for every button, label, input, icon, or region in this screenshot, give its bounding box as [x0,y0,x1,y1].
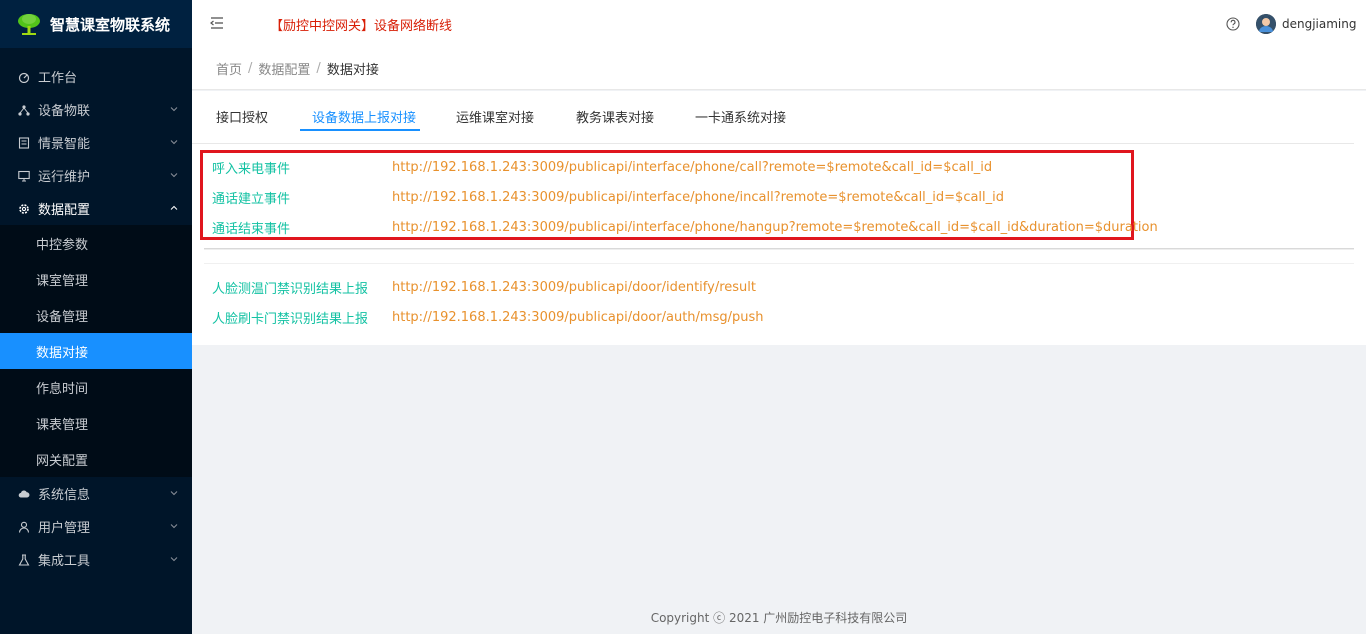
event-name: 呼入来电事件 [212,161,291,177]
gear-icon [18,203,30,215]
chevron-down-icon [170,107,178,112]
breadcrumb: 首页 / 数据配置 / 数据对接 [192,48,1366,90]
chevron-up-icon [170,205,178,210]
main-content: 接口授权 设备数据上报对接 运维课室对接 教务课表对接 一卡通系统对接 呼入来电… [192,91,1366,345]
dashboard-icon [18,71,30,83]
event-name: 人脸测温门禁识别结果上报 [212,281,369,297]
chevron-down-icon [170,173,178,178]
help-icon[interactable] [1226,17,1240,31]
tab-card-system[interactable]: 一卡通系统对接 [695,107,786,126]
sidebar-sub-item[interactable]: 中控参数 [0,225,192,261]
sidebar-item-users[interactable]: 用户管理 [0,510,192,543]
chevron-down-icon [170,524,178,529]
sidebar-item-label: 系统信息 [38,488,91,503]
tab-schedule[interactable]: 教务课表对接 [576,107,654,126]
sidebar-sub-item[interactable]: 课室管理 [0,261,192,297]
chevron-down-icon [170,557,178,562]
sidebar-sub-item[interactable]: 课表管理 [0,405,192,441]
breadcrumb-home[interactable]: 首页 [216,59,242,78]
event-url[interactable]: http://192.168.1.243:3009/publicapi/inte… [392,160,992,175]
logo[interactable]: 智慧课室物联系统 [0,0,192,48]
sidebar-item-maintenance[interactable]: 运行维护 [0,159,192,192]
event-url[interactable]: http://192.168.1.243:3009/publicapi/door… [392,310,763,325]
top-header: 【励控中控网关】设备网络断线 dengjiaming [192,0,1366,49]
divider [204,263,1354,264]
username: dengjiaming [1282,17,1357,31]
flask-icon [18,553,30,566]
sidebar-item-scenes[interactable]: 情景智能 [0,126,192,159]
list-item: 人脸测温门禁识别结果上报 http://192.168.1.243:3009/p… [212,276,756,298]
event-url[interactable]: http://192.168.1.243:3009/publicapi/inte… [392,190,1004,205]
sidebar-item-dashboard[interactable]: 工作台 [0,60,192,93]
event-name: 通话建立事件 [212,191,291,207]
app-title: 智慧课室物联系统 [50,15,171,34]
user-menu[interactable]: dengjiaming [1256,14,1357,34]
breadcrumb-level1[interactable]: 数据配置 [258,59,310,78]
avatar [1256,14,1276,34]
event-name: 通话结束事件 [212,221,291,237]
sidebar-item-integration[interactable]: 集成工具 [0,543,192,576]
cloud-icon [18,488,30,500]
tabs-bar: 接口授权 设备数据上报对接 运维课室对接 教务课表对接 一卡通系统对接 [192,91,1354,144]
sidebar-item-label: 数据配置 [38,203,91,218]
sidebar-item-label: 设备物联 [38,104,91,119]
chevron-down-icon [170,140,178,145]
event-url[interactable]: http://192.168.1.243:3009/publicapi/door… [392,280,756,295]
sidebar-sub-item[interactable]: 作息时间 [0,369,192,405]
active-tab-indicator [300,129,420,131]
list-item: 人脸刷卡门禁识别结果上报 http://192.168.1.243:3009/p… [212,306,763,328]
tab-interface-auth[interactable]: 接口授权 [216,107,268,126]
user-icon [18,521,30,533]
sidebar-sub-item[interactable]: 网关配置 [0,441,192,477]
sidebar-item-label: 运行维护 [38,170,91,185]
network-alert[interactable]: 【励控中控网关】设备网络断线 [270,15,452,34]
sidebar-item-label: 集成工具 [38,554,91,569]
side-menu: 工作台 设备物联 情景智能 运行维护 数据配置 [0,48,192,225]
breadcrumb-separator: / [248,61,253,76]
copyright-text: Copyright ⓒ 2021 广州励控电子科技有限公司 [650,610,908,625]
footer: Copyright ⓒ 2021 广州励控电子科技有限公司 [192,600,1366,634]
breadcrumb-separator: / [316,61,321,76]
cluster-icon [18,104,30,116]
breadcrumb-current: 数据对接 [326,63,379,78]
side-menu-lower: 系统信息 用户管理 集成工具 [0,477,192,576]
tab-device-report[interactable]: 设备数据上报对接 [312,107,416,126]
sidebar-sub-item[interactable]: 设备管理 [0,297,192,333]
tab-ops-classroom[interactable]: 运维课室对接 [456,107,534,126]
menu-fold-icon[interactable] [210,16,226,30]
sidebar-item-system-info[interactable]: 系统信息 [0,477,192,510]
list-item: 呼入来电事件 http://192.168.1.243:3009/publica… [212,156,992,178]
sidebar-item-label: 用户管理 [38,521,91,536]
sidebar-sub-item-active[interactable]: 数据对接 [0,333,192,369]
data-config-submenu: 中控参数 课室管理 设备管理 数据对接 作息时间 课表管理 网关配置 [0,225,192,477]
list-item: 通话结束事件 http://192.168.1.243:3009/publica… [212,216,1158,238]
sidebar-item-data-config[interactable]: 数据配置 [0,192,192,225]
event-url[interactable]: http://192.168.1.243:3009/publicapi/inte… [392,220,1158,235]
divider [204,248,1354,249]
event-name: 人脸刷卡门禁识别结果上报 [212,311,369,327]
sidebar-item-label: 情景智能 [38,137,91,152]
monitor-icon [18,170,30,182]
sidebar-item-label: 工作台 [38,71,78,86]
sidebar-item-devices[interactable]: 设备物联 [0,93,192,126]
scene-icon [18,136,30,149]
tree-logo-icon [18,14,40,35]
list-item: 通话建立事件 http://192.168.1.243:3009/publica… [212,186,1004,208]
chevron-down-icon [170,491,178,496]
sidebar: 智慧课室物联系统 工作台 设备物联 情景智能 运行维护 数据配置 中控参数 课室… [0,0,192,634]
